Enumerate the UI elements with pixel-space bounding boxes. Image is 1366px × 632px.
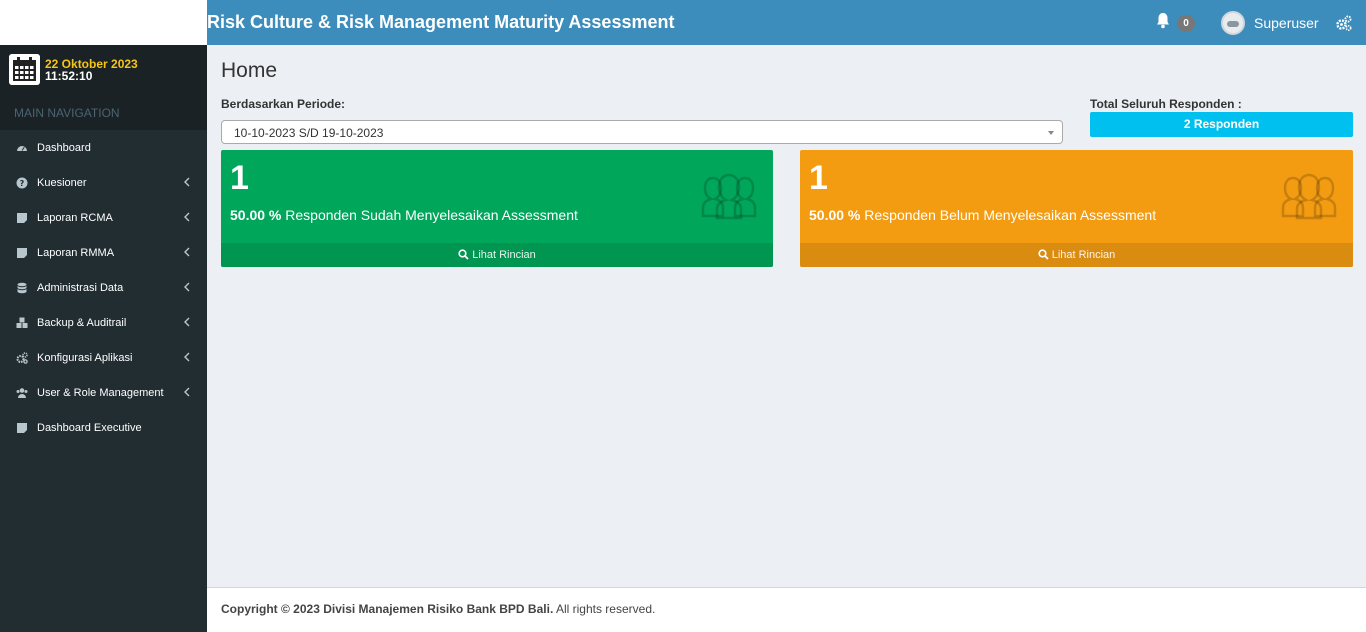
page-title: Home	[221, 59, 278, 82]
box-description: 50.00 % Responden Sudah Menyelesaikan As…	[230, 207, 578, 223]
chevron-left-icon	[184, 177, 190, 187]
box-number: 1	[809, 159, 828, 197]
users-icon	[701, 173, 757, 220]
total-responden-badge: 2 Responden	[1090, 112, 1353, 137]
periode-select[interactable]: 10-10-2023 S/D 19-10-2023	[221, 120, 1063, 144]
pending-summary-box: 1 50.00 % Responden Belum Menyelesaikan …	[800, 150, 1353, 267]
app-title: Risk Culture & Risk Management Maturity …	[207, 12, 675, 32]
sidebar-item-dashboard-executive[interactable]: Dashboard Executive	[0, 410, 207, 445]
lihat-rincian-link[interactable]: Lihat Rincian	[800, 243, 1353, 267]
sidebar-item-laporan-rcma[interactable]: Laporan RCMA	[0, 200, 207, 235]
dashboard-icon	[17, 145, 27, 151]
svg-text:?: ?	[20, 179, 25, 188]
sidebar-item-user-role-management[interactable]: User & Role Management	[0, 375, 207, 410]
sidebar-item-label: Konfigurasi Aplikasi	[37, 351, 133, 364]
sidebar-item-label: Administrasi Data	[37, 281, 124, 294]
search-icon	[458, 249, 469, 260]
document-icon	[17, 212, 27, 223]
notification-count-badge: 0	[1177, 15, 1195, 32]
top-navbar: Risk Culture & Risk Management Maturity …	[207, 0, 1366, 45]
sidebar-item-label: Kuesioner	[37, 176, 87, 189]
chevron-left-icon	[184, 387, 190, 397]
chevron-left-icon	[184, 247, 190, 257]
chevron-left-icon	[184, 212, 190, 222]
sidebar-item-label: Dashboard	[37, 141, 91, 154]
gears-icon[interactable]	[1335, 14, 1353, 32]
sidebar-item-dashboard[interactable]: Dashboard	[0, 130, 207, 165]
sidebar-item-label: Laporan RMMA	[37, 246, 115, 259]
lihat-rincian-label: Lihat Rincian	[472, 249, 536, 261]
document-icon	[17, 247, 27, 258]
periode-selected-value: 10-10-2023 S/D 19-10-2023	[234, 126, 384, 140]
search-icon	[1038, 249, 1049, 260]
logo-area[interactable]	[0, 0, 207, 45]
page-footer: Copyright © 2023 Divisi Manajemen Risiko…	[207, 587, 1366, 632]
sidebar: 22 Oktober 2023 11:52:10 MAIN NAVIGATION…	[0, 45, 207, 632]
main-content: Home Berdasarkan Periode: 10-10-2023 S/D…	[207, 45, 1366, 587]
user-name: Superuser	[1254, 15, 1319, 31]
sidebar-item-label: User & Role Management	[37, 386, 164, 399]
sidebar-item-backup-auditrail[interactable]: Backup & Auditrail	[0, 305, 207, 340]
database-icon	[17, 282, 27, 293]
bell-icon[interactable]	[1155, 12, 1171, 30]
document-icon	[17, 422, 27, 433]
sidebar-item-label: Backup & Auditrail	[37, 316, 127, 329]
dropdown-arrow-icon	[1048, 131, 1054, 135]
sidebar-item-konfigurasi-aplikasi[interactable]: Konfigurasi Aplikasi	[0, 340, 207, 375]
copyright-text: Copyright © 2023 Divisi Manajemen Risiko…	[221, 602, 554, 616]
periode-label: Berdasarkan Periode:	[221, 97, 346, 111]
lihat-rincian-link[interactable]: Lihat Rincian	[221, 243, 773, 267]
total-responden-label: Total Seluruh Responden :	[1090, 97, 1242, 111]
calendar-icon	[9, 54, 40, 85]
rights-text: All rights reserved.	[555, 602, 656, 616]
sidebar-item-administrasi-data[interactable]: Administrasi Data	[0, 270, 207, 305]
box-label: Responden Belum Menyelesaikan Assessment	[864, 207, 1157, 223]
sidebar-item-kuesioner[interactable]: ? Kuesioner	[0, 165, 207, 200]
date-time-panel: 22 Oktober 2023 11:52:10	[0, 45, 207, 95]
sidebar-item-label: Laporan RCMA	[37, 211, 113, 224]
lihat-rincian-label: Lihat Rincian	[1051, 249, 1116, 261]
users-icon	[16, 387, 28, 398]
question-circle-icon: ?	[16, 177, 28, 188]
completed-summary-box: 1 50.00 % Responden Sudah Menyelesaikan …	[221, 150, 773, 267]
box-description: 50.00 % Responden Belum Menyelesaikan As…	[809, 207, 1156, 223]
chevron-left-icon	[184, 352, 190, 362]
cubes-icon	[16, 317, 28, 328]
sidebar-item-label: Dashboard Executive	[37, 421, 142, 434]
sidebar-item-laporan-rmma[interactable]: Laporan RMMA	[0, 235, 207, 270]
nav-header: MAIN NAVIGATION	[0, 95, 207, 130]
current-time: 11:52:10	[45, 69, 93, 83]
gears-icon	[16, 351, 28, 364]
box-percent: 50.00 %	[809, 207, 861, 223]
chevron-left-icon	[184, 282, 190, 292]
avatar	[1221, 11, 1245, 35]
chevron-left-icon	[184, 317, 190, 327]
user-menu[interactable]: Superuser	[1221, 10, 1319, 36]
box-number: 1	[230, 159, 249, 197]
box-label: Responden Sudah Menyelesaikan Assessment	[285, 207, 578, 223]
box-percent: 50.00 %	[230, 207, 282, 223]
users-icon	[1281, 173, 1337, 220]
